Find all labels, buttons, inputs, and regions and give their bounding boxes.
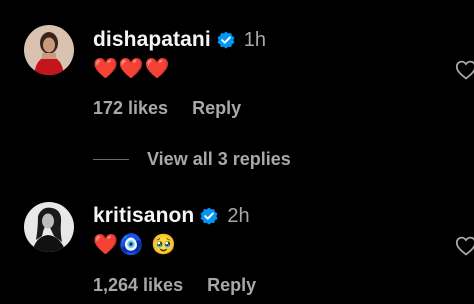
comment-header: kritisanon 2h <box>93 204 250 228</box>
view-replies-button[interactable]: View all 3 replies <box>93 149 291 170</box>
comment-meta: 172 likes Reply <box>93 98 241 119</box>
avatar-photo-icon <box>24 25 74 75</box>
username[interactable]: kritisanon <box>93 204 194 228</box>
reply-button[interactable]: Reply <box>207 275 256 296</box>
timestamp: 1h <box>243 28 267 51</box>
replies-divider <box>93 158 129 161</box>
verified-badge-icon <box>199 206 219 226</box>
likes-count[interactable]: 1,264 likes <box>93 275 183 296</box>
timestamp: 2h <box>227 204 250 227</box>
reply-button[interactable]: Reply <box>192 98 241 119</box>
avatar[interactable] <box>24 202 74 252</box>
comment-header: dishapatani 1h <box>93 28 266 52</box>
username[interactable]: dishapatani <box>93 28 211 52</box>
comment-text: ❤️❤️❤️ <box>93 58 171 80</box>
likes-count[interactable]: 172 likes <box>93 98 168 119</box>
avatar-photo-icon <box>24 202 74 252</box>
view-replies-label: View all 3 replies <box>147 149 291 169</box>
comment-text: ❤️🧿 🥹 <box>93 234 178 256</box>
comment-meta: 1,264 likes Reply <box>93 275 256 296</box>
heart-outline-icon[interactable] <box>454 58 474 82</box>
avatar[interactable] <box>24 25 74 75</box>
verified-badge-icon <box>216 30 236 50</box>
heart-outline-icon[interactable] <box>454 234 474 258</box>
